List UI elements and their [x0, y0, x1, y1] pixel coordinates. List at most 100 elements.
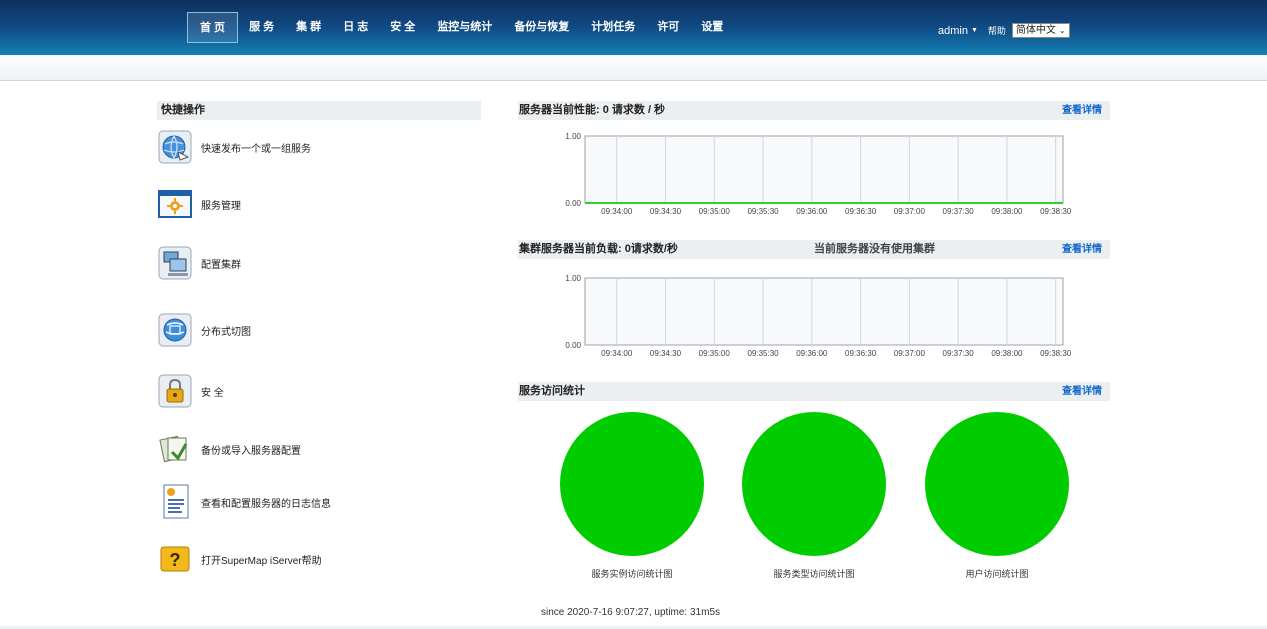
distributed-tiling[interactable]: 分布式切图 [157, 312, 251, 348]
sub-header-bar [0, 55, 1267, 81]
nav-license[interactable]: 许可 [646, 12, 690, 43]
x-tick-label: 09:35:00 [699, 207, 731, 216]
performance-title: 服务器当前性能: 0 请求数 / 秒 [519, 104, 666, 116]
open-help[interactable]: ? 打开SuperMap iServer帮助 [157, 541, 322, 577]
y-tick-label: 0.00 [565, 341, 581, 350]
service-management-label: 服务管理 [201, 200, 241, 212]
nav-home[interactable]: 首 页 [187, 12, 239, 43]
performance-panel-header: 服务器当前性能: 0 请求数 / 秒 查看详情 [518, 101, 1110, 120]
help-question-icon: ? [157, 541, 193, 577]
performance-chart: 1.00 0.00 09:34:00 09:34:30 09:35:00 09:35:30… [518, 128, 1110, 218]
server-logs[interactable]: 查看和配置服务器的日志信息 [157, 484, 331, 520]
quick-operations: 快捷操作 [157, 101, 481, 120]
x-tick-label: 09:34:30 [650, 207, 682, 216]
cluster-computers-icon [157, 245, 193, 281]
log-document-icon [157, 484, 193, 520]
x-tick-label: 09:36:30 [845, 207, 877, 216]
cluster-chart: 1.00 0.00 09:34:00 09:34:30 09:35:00 09:35:30… [518, 270, 1110, 360]
x-tick-label: 09:35:30 [747, 207, 779, 216]
pie-chart [560, 412, 704, 556]
service-type-pie: 服务类型访问统计图 [714, 412, 914, 580]
open-help-label: 打开SuperMap iServer帮助 [201, 555, 322, 567]
nav-monitoring[interactable]: 监控与统计 [426, 12, 503, 43]
service-management[interactable]: 服务管理 [157, 186, 241, 222]
quick-publish-service[interactable]: 快速发布一个或一组服务 [157, 129, 311, 165]
nav-scheduled-tasks[interactable]: 计划任务 [580, 12, 646, 43]
x-tick-label: 09:34:00 [601, 207, 633, 216]
cluster-panel-header: 集群服务器当前负载: 0请求数/秒 当前服务器没有使用集群 查看详情 [518, 240, 1110, 259]
distributed-tiling-label: 分布式切图 [201, 326, 251, 338]
plot-area [584, 135, 1064, 204]
server-logs-label: 查看和配置服务器的日志信息 [201, 498, 331, 510]
y-tick-label: 0.00 [565, 199, 581, 208]
cluster-details-link[interactable]: 查看详情 [1062, 240, 1102, 259]
x-tick-label: 09:34:00 [601, 349, 633, 358]
chevron-down-icon: ⌄ [1058, 26, 1066, 35]
user-name: admin [938, 24, 968, 37]
pie-slice [742, 412, 886, 556]
configure-cluster-label: 配置集群 [201, 259, 241, 271]
x-tick-label: 09:38:30 [1040, 207, 1072, 216]
pie-slice [925, 412, 1069, 556]
pie-title: 服务实例访问统计图 [591, 569, 673, 579]
x-tick-label: 09:36:30 [845, 349, 877, 358]
stats-panel-header: 服务访问统计 查看详情 [518, 382, 1110, 401]
configure-cluster[interactable]: 配置集群 [157, 245, 241, 281]
pie-title: 服务类型访问统计图 [773, 569, 855, 579]
x-tick-label: 09:38:00 [991, 349, 1023, 358]
nav-backup[interactable]: 备份与恢复 [503, 12, 580, 43]
backup-import-config[interactable]: 备份或导入服务器配置 [157, 431, 301, 467]
lock-icon [157, 373, 193, 409]
uptime-footer: since 2020-7-16 9:07:27, uptime: 31m5s [541, 607, 720, 618]
x-tick-label: 09:37:00 [894, 349, 926, 358]
gear-window-icon [157, 186, 193, 222]
x-tick-label: 09:37:00 [894, 207, 926, 216]
security-label: 安 全 [201, 387, 224, 399]
globe-tiles-icon [157, 312, 193, 348]
language-value: 简体中文 [1015, 25, 1056, 36]
quick-publish-service-label: 快速发布一个或一组服务 [201, 143, 311, 155]
nav-security[interactable]: 安 全 [379, 12, 426, 43]
globe-publish-icon [157, 129, 193, 165]
nav-services[interactable]: 服 务 [238, 12, 285, 43]
backup-import-config-label: 备份或导入服务器配置 [201, 445, 301, 457]
pie-chart [742, 412, 886, 556]
pie-chart [925, 412, 1069, 556]
performance-chart-svg: 1.00 0.00 09:34:00 09:34:30 09:35:00 09:35:30… [565, 132, 1072, 216]
nav-cluster[interactable]: 集 群 [285, 12, 332, 43]
x-tick-label: 09:38:30 [1040, 349, 1072, 358]
help-link[interactable]: 帮助 [988, 24, 1006, 37]
x-tick-label: 09:38:00 [991, 207, 1023, 216]
main-nav: 首 页 服 务 集 群 日 志 安 全 监控与统计 备份与恢复 计划任务 许可 … [187, 12, 734, 43]
stats-title: 服务访问统计 [519, 385, 585, 397]
plot-area [584, 277, 1064, 346]
svg-text:?: ? [170, 550, 181, 570]
x-tick-label: 09:37:30 [943, 349, 975, 358]
x-tick-label: 09:35:00 [699, 349, 731, 358]
language-select[interactable]: 简体中文 ⌄ [1011, 23, 1070, 38]
cluster-title: 集群服务器当前负载: 0请求数/秒 [519, 243, 678, 255]
cluster-note: 当前服务器没有使用集群 [814, 243, 935, 255]
caret-down-icon: ▼ [970, 26, 978, 34]
user-area: admin ▼ 帮助 简体中文 ⌄ [938, 23, 1070, 38]
x-tick-label: 09:35:30 [747, 349, 779, 358]
y-tick-label: 1.00 [565, 274, 581, 283]
user-menu[interactable]: admin ▼ [938, 25, 978, 37]
pie-slice [560, 412, 704, 556]
nav-logs[interactable]: 日 志 [332, 12, 379, 43]
service-instance-pie: 服务实例访问统计图 [532, 412, 732, 580]
quick-operations-title: 快捷操作 [157, 101, 481, 120]
pie-title: 用户访问统计图 [965, 569, 1029, 579]
stats-details-link[interactable]: 查看详情 [1062, 382, 1102, 401]
x-tick-label: 09:37:30 [943, 207, 975, 216]
performance-details-link[interactable]: 查看详情 [1062, 101, 1102, 120]
nav-settings[interactable]: 设置 [690, 12, 734, 43]
x-tick-label: 09:36:00 [796, 207, 828, 216]
backup-documents-icon [157, 431, 193, 467]
user-access-pie: 用户访问统计图 [897, 412, 1097, 580]
top-navigation-bar: 首 页 服 务 集 群 日 志 安 全 监控与统计 备份与恢复 计划任务 许可 … [0, 0, 1267, 55]
y-tick-label: 1.00 [565, 132, 581, 141]
x-tick-label: 09:34:30 [650, 349, 682, 358]
x-tick-label: 09:36:00 [796, 349, 828, 358]
security-link[interactable]: 安 全 [157, 373, 224, 409]
